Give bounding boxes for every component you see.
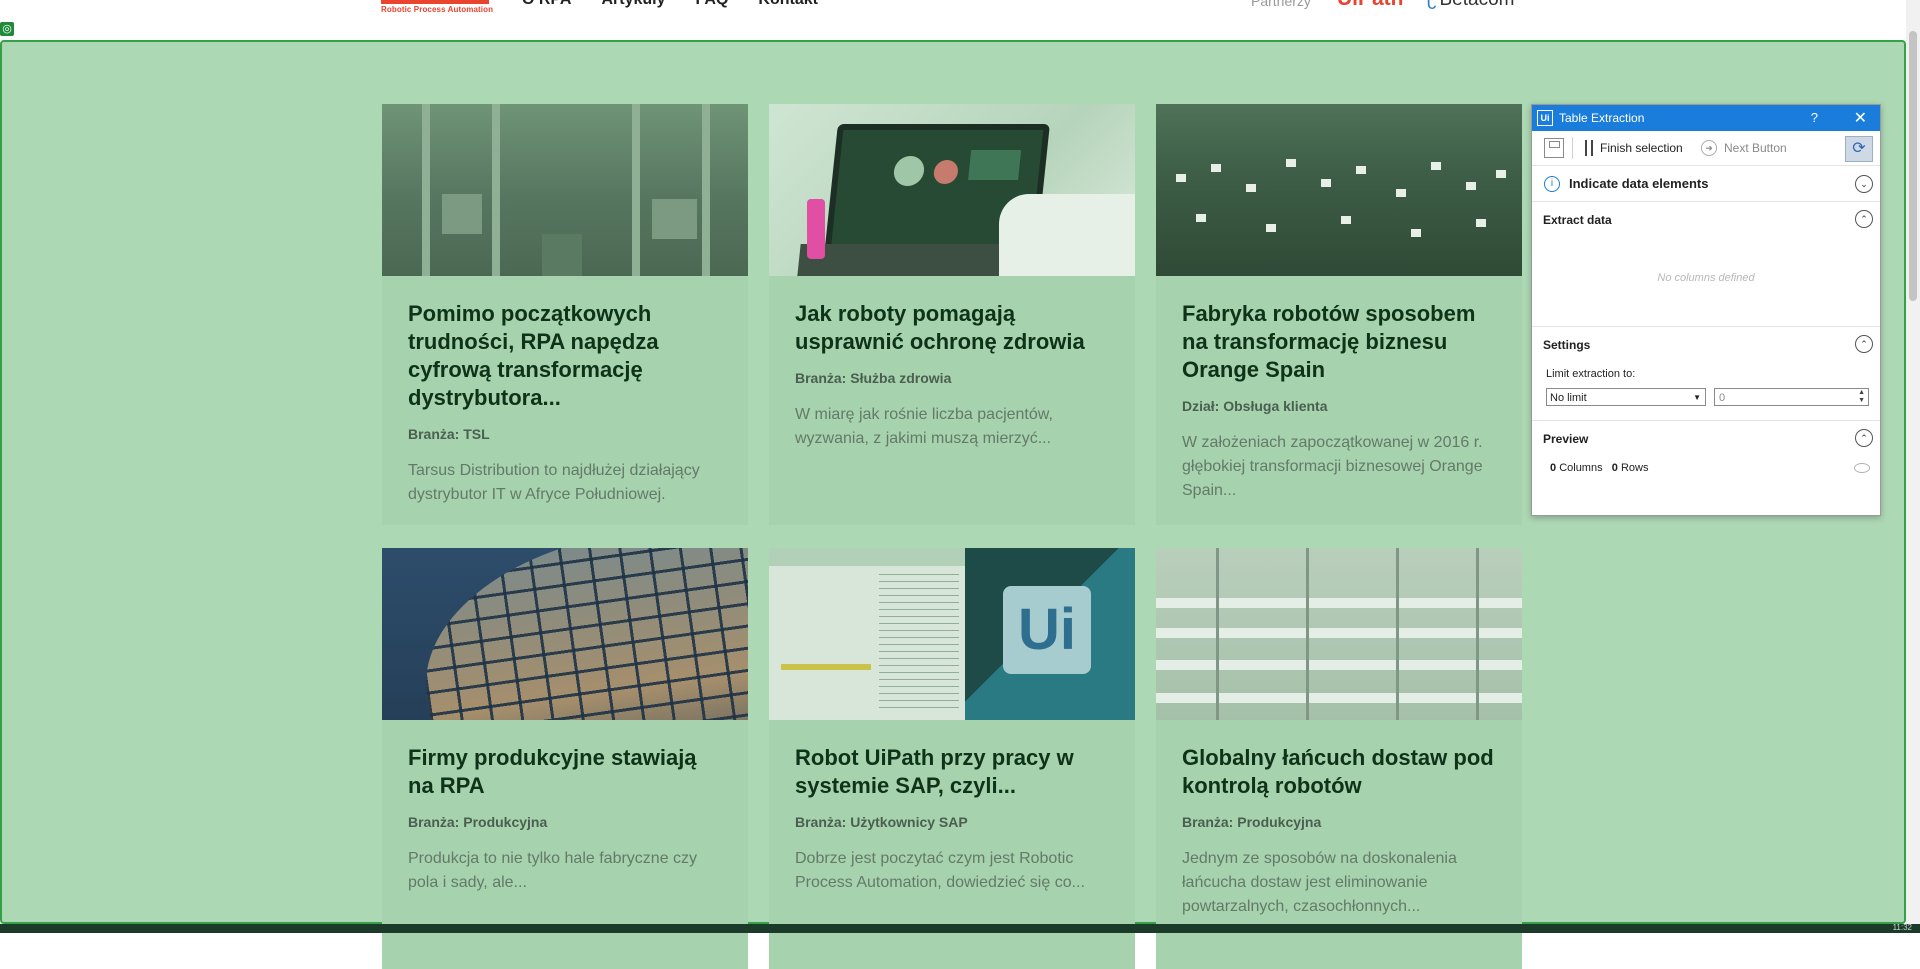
settings-section: Settings ⌃ Limit extraction to: No limit… [1532,327,1880,421]
card-title[interactable]: Pomimo początkowych trudności, RPA napęd… [408,300,722,412]
eye-icon[interactable] [1854,463,1870,473]
rows-count: 0 [1611,462,1618,474]
nav-item-artykuly[interactable]: Artykuły [601,0,665,9]
logo-subtitle: Robotic Process Automation [381,5,494,14]
finish-selection-label: Finish selection [1600,141,1683,155]
columns-label: Columns [1559,462,1603,474]
card-image-factory [1156,548,1522,720]
columns-count: 0 [1550,462,1557,474]
ui-logo-icon: Ui [1537,110,1553,126]
chevron-up-icon[interactable]: ⌃ [1855,429,1873,447]
card-meta: Branża: Produkcyjna [1182,814,1322,830]
toolbar-separator [1572,137,1573,159]
card-title[interactable]: Jak roboty pomagają usprawnić ochronę zd… [795,300,1109,356]
panel-titlebar[interactable]: Ui Table Extraction ? ✕ [1532,105,1880,131]
card-meta: Branża: TSL [408,426,490,442]
finish-selection-button[interactable]: Finish selection [1585,140,1683,156]
extract-data-label: Extract data [1543,213,1612,227]
next-button-label: Next Button [1724,141,1787,155]
indicate-section[interactable]: i Indicate data elements ⌄ [1532,166,1880,202]
nav-item-faq[interactable]: FAQ [696,0,729,9]
settings-label: Settings [1543,338,1591,352]
dropdown-arrow-icon: ▼ [1693,393,1701,402]
card-meta: Branża: Użytkownicy SAP [795,814,968,830]
card-title[interactable]: Firmy produkcyjne stawiają na RPA [408,744,722,800]
no-columns-message: No columns defined [1657,272,1755,284]
info-icon: i [1544,176,1560,192]
limit-number-input[interactable]: 0 ▲ ▼ [1714,388,1869,406]
taskbar-clock: 11:32 [1892,923,1912,932]
logo-mark [381,0,489,4]
article-card[interactable]: Pomimo początkowych trudności, RPA napęd… [382,104,748,525]
limit-select[interactable]: No limit ▼ [1546,388,1706,406]
betacom-name: Betacom [1440,0,1515,10]
indicate-label: Indicate data elements [1569,176,1709,191]
article-card[interactable]: Fabryka robotów sposobem na transformacj… [1156,104,1522,525]
page-scrollbar[interactable] [1906,0,1920,924]
partners-label: Partnerzy [1251,0,1311,9]
card-image-uipath: Ui [769,548,1135,720]
panel-title: Table Extraction [1559,111,1645,125]
next-button-button[interactable]: ➜ Next Button [1701,140,1787,156]
chevron-down-icon[interactable]: ⌄ [1855,175,1873,193]
main-nav: O RPA Artykuły FAQ Kontakt [522,0,818,9]
article-card[interactable]: Ui Robot UiPath przy pracy w systemie SA… [769,548,1135,969]
card-description: Dobrze jest poczytać czym jest Robotic P… [795,850,1085,891]
limit-extraction-label: Limit extraction to: [1546,368,1636,380]
card-image-crowd [1156,104,1522,276]
card-description: Produkcja to nie tylko hale fabryczne cz… [408,850,698,891]
card-description: W miarę jak rośnie liczba pacjentów, wyz… [795,406,1053,447]
finish-icon [1585,140,1593,156]
taskbar: 11:32 [0,923,1920,933]
nav-item-o-rpa[interactable]: O RPA [522,0,571,9]
uipath-partner-logo[interactable]: UiPath [1337,0,1404,11]
article-card[interactable]: Jak roboty pomagają usprawnić ochronę zd… [769,104,1135,525]
scrollbar-thumb[interactable] [1909,31,1917,301]
table-extraction-panel: Ui Table Extraction ? ✕ Finish selection… [1531,104,1881,516]
card-title[interactable]: Robot UiPath przy pracy w systemie SAP, … [795,744,1109,800]
chevron-up-icon[interactable]: ⌃ [1855,210,1873,228]
close-icon[interactable]: ✕ [1854,108,1867,128]
betacom-mark-icon: ʗ [1427,0,1437,10]
card-meta: Branża: Służba zdrowia [795,370,952,386]
article-card[interactable]: Globalny łańcuch dostaw pod kontrolą rob… [1156,548,1522,969]
refresh-icon[interactable]: ⟳ [1845,136,1873,162]
limit-number-value: 0 [1719,392,1726,404]
card-description: Tarsus Distribution to najdłużej działaj… [408,462,700,503]
help-icon[interactable]: ? [1811,110,1818,125]
uipath-ui-icon: Ui [1003,586,1091,674]
card-title[interactable]: Fabryka robotów sposobem na transformacj… [1182,300,1496,384]
card-image-warehouse [382,104,748,276]
spinner-icon[interactable]: ▲ ▼ [1858,389,1865,405]
card-title[interactable]: Globalny łańcuch dostaw pod kontrolą rob… [1182,744,1496,800]
save-icon[interactable] [1544,138,1564,158]
card-image-laptop [769,104,1135,276]
extract-data-section: Extract data ⌃ No columns defined [1532,202,1880,327]
rows-label: Rows [1620,462,1649,474]
card-meta: Branża: Produkcyjna [408,814,548,830]
nav-item-kontakt[interactable]: Kontakt [758,0,818,9]
card-description: W założeniach zapoczątkowanej w 2016 r. … [1182,434,1483,499]
green-selection-icon: ◎ [0,22,14,36]
preview-section: Preview ⌃ 0 Columns 0 Rows [1532,421,1880,481]
limit-select-value: No limit [1550,392,1587,404]
betacom-partner-logo[interactable]: ʗBetacom [1427,0,1514,11]
panel-toolbar: Finish selection ➜ Next Button ⟳ [1532,131,1880,166]
preview-counts: 0 Columns 0 Rows [1550,462,1648,474]
preview-label: Preview [1543,432,1589,446]
next-icon: ➜ [1701,140,1717,156]
card-image-building [382,548,748,720]
card-description: Jednym ze sposobów na doskonalenia łańcu… [1182,850,1457,915]
rpa-logo[interactable]: Robotic Process Automation [381,0,493,14]
card-meta: Dział: Obsługa klienta [1182,398,1328,414]
article-card[interactable]: Firmy produkcyjne stawiają na RPA Branża… [382,548,748,969]
site-header: Robotic Process Automation O RPA Artykuł… [0,0,1920,40]
chevron-up-icon[interactable]: ⌃ [1855,335,1873,353]
